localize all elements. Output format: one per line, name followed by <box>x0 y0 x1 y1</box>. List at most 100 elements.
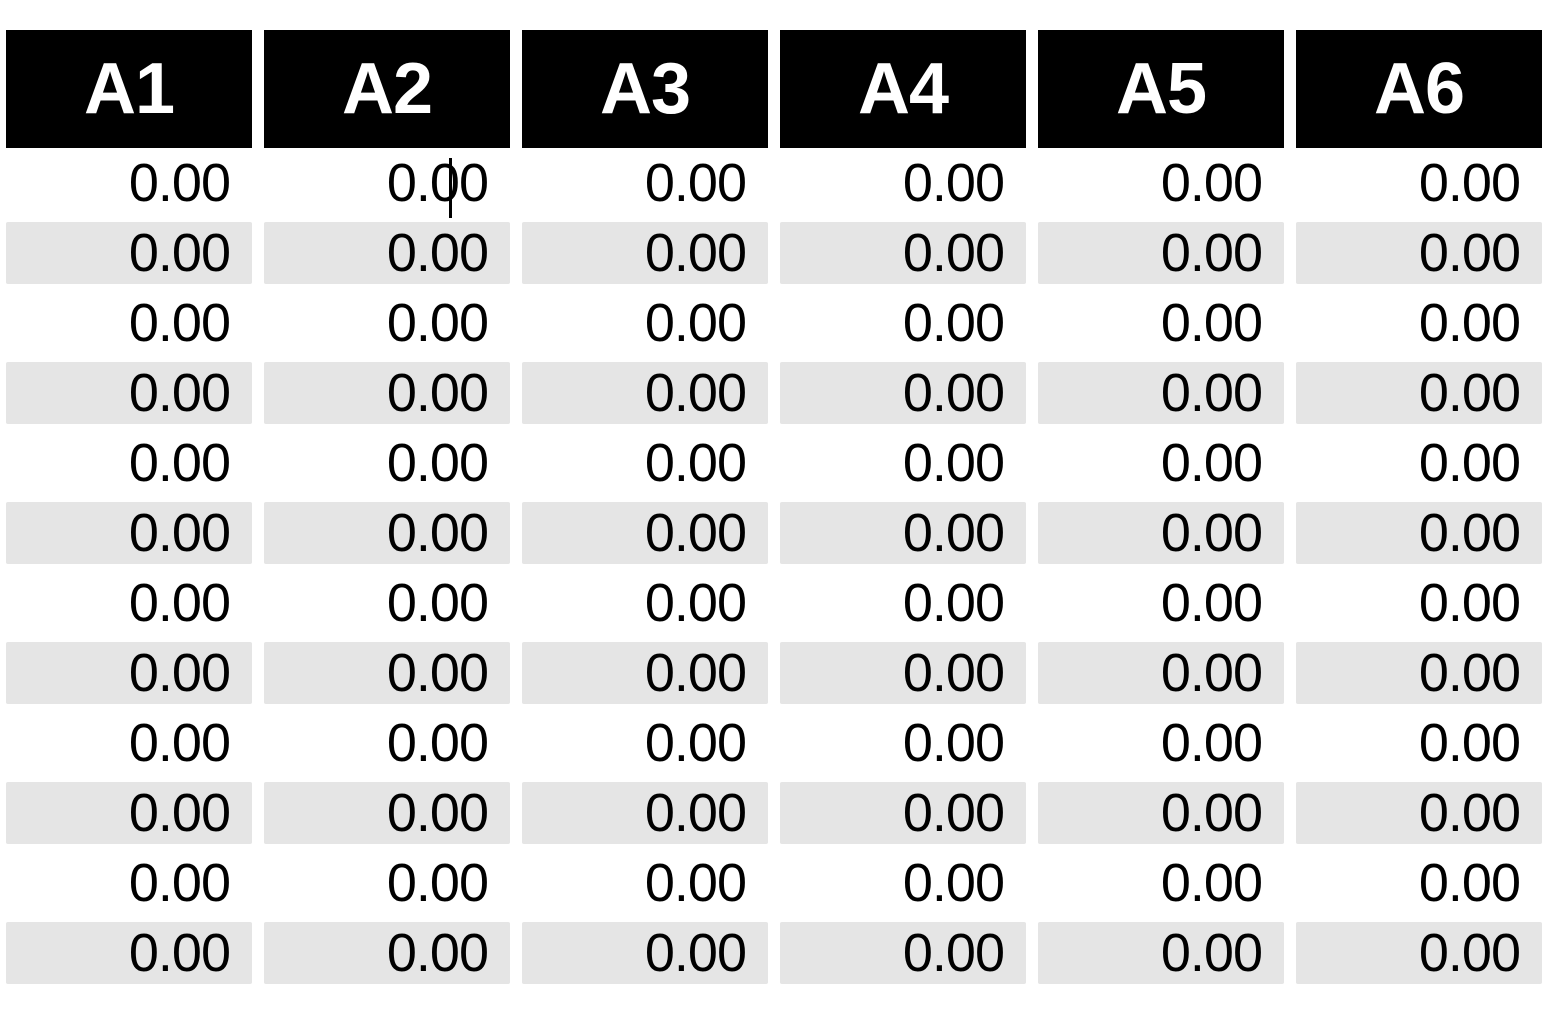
text-cursor <box>449 158 452 218</box>
cell-value: 0.00 <box>1161 432 1262 494</box>
cell[interactable]: 0.00 <box>0 148 258 218</box>
cell[interactable]: 0.00 <box>1290 358 1548 428</box>
cell[interactable]: 0.00 <box>0 358 258 428</box>
cell[interactable]: 0.00 <box>1290 638 1548 708</box>
cell[interactable]: 0.00 <box>0 568 258 638</box>
cell[interactable]: 0.00 <box>1290 428 1548 498</box>
cell[interactable]: 0.00 <box>774 918 1032 988</box>
column-header-a3[interactable]: A3 <box>516 30 774 148</box>
cell[interactable]: 0.00 <box>1032 288 1290 358</box>
cell-value: 0.00 <box>387 502 488 564</box>
column-header-a6[interactable]: A6 <box>1290 30 1548 148</box>
cell-value: 0.00 <box>645 712 746 774</box>
cell[interactable]: 0.00 <box>1032 708 1290 778</box>
cell[interactable]: 0.00 <box>516 498 774 568</box>
cell-value: 0.00 <box>645 362 746 424</box>
cell[interactable]: 0.00 <box>258 498 516 568</box>
cell-value: 0.00 <box>1419 572 1520 634</box>
cell[interactable]: 0.00 <box>1290 708 1548 778</box>
cell[interactable]: 0.00 <box>516 708 774 778</box>
cell[interactable]: 0.00 <box>0 638 258 708</box>
cell[interactable]: 0.00 <box>516 568 774 638</box>
cell[interactable]: 0.00 <box>1290 918 1548 988</box>
cell[interactable]: 0.00 <box>1290 568 1548 638</box>
cell[interactable]: 0.00 <box>1032 568 1290 638</box>
cell[interactable]: 0.00 <box>774 848 1032 918</box>
cell[interactable]: 0.00 <box>1290 778 1548 848</box>
cell[interactable]: 0.00 <box>1032 428 1290 498</box>
cell-value: 0.00 <box>129 922 230 984</box>
cell[interactable]: 0.00 <box>258 638 516 708</box>
column-header-a5[interactable]: A5 <box>1032 30 1290 148</box>
cell[interactable]: 0.00 <box>1290 148 1548 218</box>
cell[interactable]: 0.00 <box>258 428 516 498</box>
cell[interactable]: 0.00 <box>1032 498 1290 568</box>
cell[interactable]: 0.00 <box>1032 218 1290 288</box>
cell[interactable]: 0.00 <box>1032 918 1290 988</box>
cell[interactable]: 0.00 <box>1290 288 1548 358</box>
column-header-a1[interactable]: A1 <box>0 30 258 148</box>
cell[interactable]: 0.00 <box>516 918 774 988</box>
cell[interactable]: 0.00 <box>0 288 258 358</box>
cell-value: 0.00 <box>1161 852 1262 914</box>
cell[interactable]: 0.00 <box>516 288 774 358</box>
cell[interactable]: 0.00 <box>1032 848 1290 918</box>
column-header-a4[interactable]: A4 <box>774 30 1032 148</box>
cell[interactable]: 0.00 <box>1290 218 1548 288</box>
cell-value: 0.00 <box>903 922 1004 984</box>
cell-value: 0.00 <box>1419 782 1520 844</box>
cell[interactable]: 0.00 <box>516 358 774 428</box>
cell-value: 0.00 <box>645 292 746 354</box>
cell-value: 0.00 <box>387 642 488 704</box>
cell[interactable]: 0.00 <box>0 498 258 568</box>
cell[interactable]: 0.00 <box>774 708 1032 778</box>
cell[interactable]: 0.00 <box>774 358 1032 428</box>
cell[interactable]: 0.00 <box>774 638 1032 708</box>
cell[interactable]: 0.00 <box>0 428 258 498</box>
cell[interactable]: 0.00 <box>0 918 258 988</box>
cell-value: 0.00 <box>1419 292 1520 354</box>
cell[interactable]: 0.00 <box>516 638 774 708</box>
cell[interactable]: 0.00 <box>1032 778 1290 848</box>
cell[interactable]: 0.00 <box>516 218 774 288</box>
cell[interactable]: 0.00 <box>1290 498 1548 568</box>
cell[interactable]: 0.00 <box>0 218 258 288</box>
cell[interactable]: 0.00 <box>774 288 1032 358</box>
cell-value: 0.00 <box>129 642 230 704</box>
cell-value: 0.00 <box>645 152 746 214</box>
cell[interactable]: 0.00 <box>258 918 516 988</box>
cell[interactable]: 0.00 <box>1032 148 1290 218</box>
cell[interactable]: 0.00 <box>1032 638 1290 708</box>
cell[interactable]: 0.00 <box>516 428 774 498</box>
cell[interactable]: 0.00 <box>258 358 516 428</box>
cell[interactable]: 0.00 <box>774 498 1032 568</box>
cell-value: 0.00 <box>903 642 1004 704</box>
cell-value: 0.00 <box>1419 152 1520 214</box>
cell[interactable]: 0.00 <box>258 288 516 358</box>
cell[interactable]: 0.00 <box>1032 358 1290 428</box>
cell-value: 0.00 <box>645 852 746 914</box>
cell[interactable]: 0.00 <box>774 778 1032 848</box>
cell[interactable]: 0.00 <box>258 148 516 218</box>
cell[interactable]: 0.00 <box>258 778 516 848</box>
cell[interactable]: 0.00 <box>774 218 1032 288</box>
table-row: 0.000.000.000.000.000.00 <box>0 918 1548 988</box>
cell[interactable]: 0.00 <box>258 708 516 778</box>
cell[interactable]: 0.00 <box>516 148 774 218</box>
cell[interactable]: 0.00 <box>0 848 258 918</box>
cell[interactable]: 0.00 <box>516 848 774 918</box>
cell-value: 0.00 <box>129 572 230 634</box>
cell[interactable]: 0.00 <box>774 428 1032 498</box>
cell-value: 0.00 <box>1161 222 1262 284</box>
cell[interactable]: 0.00 <box>774 568 1032 638</box>
cell[interactable]: 0.00 <box>258 218 516 288</box>
cell[interactable]: 0.00 <box>0 708 258 778</box>
cell-value: 0.00 <box>1419 922 1520 984</box>
cell[interactable]: 0.00 <box>258 568 516 638</box>
cell[interactable]: 0.00 <box>1290 848 1548 918</box>
column-header-a2[interactable]: A2 <box>258 30 516 148</box>
cell[interactable]: 0.00 <box>258 848 516 918</box>
cell[interactable]: 0.00 <box>0 778 258 848</box>
cell[interactable]: 0.00 <box>516 778 774 848</box>
cell[interactable]: 0.00 <box>774 148 1032 218</box>
